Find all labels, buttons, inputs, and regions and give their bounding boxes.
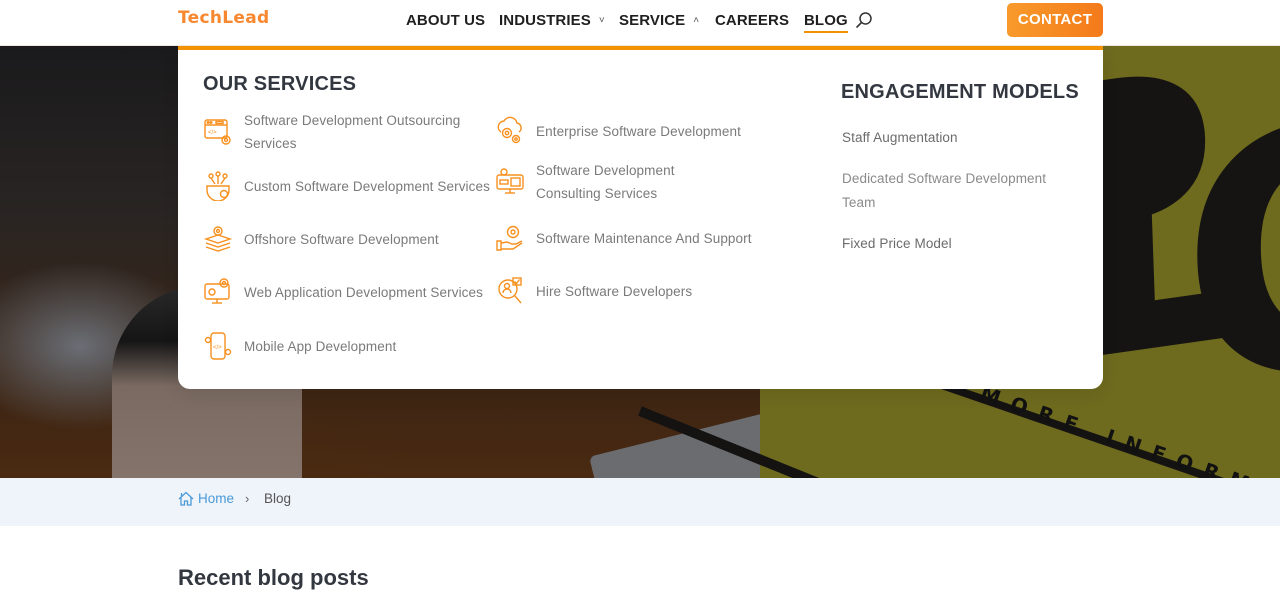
chevron-right-icon: ›	[245, 491, 250, 506]
nav-about-us[interactable]: ABOUT US	[406, 12, 485, 29]
engagement-link-staff-augmentation[interactable]: Staff Augmentation	[842, 126, 1062, 150]
service-link-offshore[interactable]: Offshore Software Development	[203, 224, 503, 254]
custom-gear-network-icon	[206, 171, 230, 201]
service-link-consulting[interactable]: Software Development Consulting Services	[495, 159, 735, 205]
service-link-custom[interactable]: Custom Software Development Services	[203, 171, 503, 201]
monitor-gear-code-icon	[496, 168, 524, 194]
breadcrumb-home-link[interactable]: Home	[178, 491, 234, 506]
nav-label: ABOUT US	[406, 12, 486, 29]
hand-gear-icon	[496, 225, 523, 251]
service-label: Mobile App Development	[244, 338, 397, 354]
breadcrumb-home-label: Home	[198, 491, 235, 506]
nav-label: BLOG	[804, 12, 848, 29]
service-link-mobile-app[interactable]: </> Mobile App Development	[203, 331, 503, 361]
engagement-link-fixed-price[interactable]: Fixed Price Model	[842, 232, 1062, 256]
service-label: Software Development Consulting Services	[536, 163, 675, 201]
engagement-models-heading: ENGAGEMENT MODELS	[841, 81, 1079, 103]
service-link-maintenance[interactable]: Software Maintenance And Support	[495, 223, 795, 253]
nav-blog[interactable]: BLOG	[804, 12, 848, 33]
breadcrumb-current: Blog	[264, 491, 292, 506]
service-link-web-app[interactable]: Web Application Development Services	[203, 277, 503, 307]
contact-button[interactable]: CONTACT	[1007, 3, 1103, 37]
chevron-down-icon: ˅	[598, 15, 605, 26]
nav-industries[interactable]: INDUSTRIES ˅	[499, 12, 605, 29]
search-icon[interactable]	[855, 11, 873, 29]
recent-blog-posts-heading: Recent blog posts	[178, 565, 369, 590]
nav-label: CAREERS	[715, 12, 790, 29]
chevron-up-icon: ˄	[693, 15, 700, 26]
service-label: Enterprise Software Development	[536, 123, 741, 139]
engagement-link-dedicated-team[interactable]: Dedicated Software Development Team	[842, 167, 1062, 215]
service-label: Hire Software Developers	[536, 283, 693, 299]
mobile-code-icon: </>	[204, 332, 232, 360]
nav-label: SERVICE	[619, 12, 686, 29]
services-mega-menu: OUR SERVICES </> Software Development Ou…	[178, 46, 1103, 389]
nav-label: INDUSTRIES	[499, 12, 591, 29]
service-link-enterprise[interactable]: Enterprise Software Development	[495, 116, 795, 146]
home-icon	[178, 491, 194, 506]
code-window-gear-icon: </>	[204, 119, 231, 145]
nav-careers[interactable]: CAREERS	[715, 12, 789, 29]
svg-text:</>: </>	[213, 345, 222, 351]
service-label: Custom Software Development Services	[244, 178, 490, 194]
cloud-gears-icon	[497, 116, 522, 144]
nav-service[interactable]: SERVICE ˄	[619, 12, 699, 29]
service-label: Offshore Software Development	[244, 231, 439, 247]
site-header: TechLead ABOUT US INDUSTRIES ˅ SERVICE ˄ C…	[0, 0, 1280, 46]
monitor-gears-icon	[204, 278, 230, 304]
service-label: Software Maintenance And Support	[536, 230, 752, 246]
our-services-heading: OUR SERVICES	[203, 73, 357, 95]
search-person-icon	[498, 277, 522, 304]
breadcrumb: Home › Blog	[0, 478, 1280, 526]
service-link-outsourcing[interactable]: </> Software Development Outsourcing Ser…	[203, 109, 483, 155]
layers-gear-icon	[203, 226, 233, 252]
service-label: Software Development Outsourcing Service…	[244, 113, 461, 151]
svg-text:</>: </>	[208, 130, 217, 136]
service-link-hire-developers[interactable]: Hire Software Developers	[495, 276, 795, 306]
techlead-logo[interactable]: TechLead	[178, 8, 269, 28]
service-label: Web Application Development Services	[244, 284, 483, 300]
